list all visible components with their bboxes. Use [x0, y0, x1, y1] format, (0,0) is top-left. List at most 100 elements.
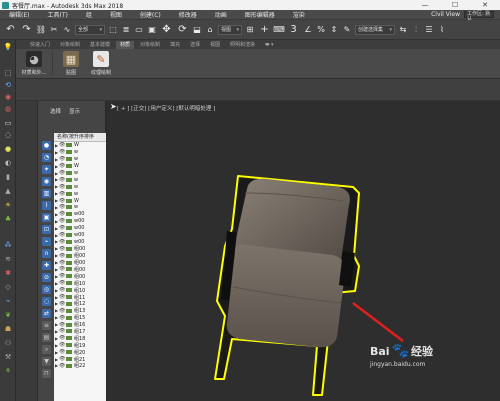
visibility-eye-icon[interactable]: 👁	[59, 287, 66, 293]
region-select-icon[interactable]: ▭	[134, 23, 144, 37]
tab-object-paint[interactable]: 对象绘制	[56, 41, 84, 49]
list-item[interactable]: ▶ 👁 w00	[54, 232, 106, 239]
plant-icon[interactable]: ♣	[3, 214, 13, 223]
select-rotate-icon[interactable]: ⟳	[176, 23, 189, 37]
filter-frozen-icon[interactable]: ✚	[42, 261, 51, 270]
shape-icon[interactable]: ◌	[3, 130, 13, 139]
filter-containers-icon[interactable]: ∩	[42, 249, 51, 258]
geosphere-icon[interactable]: ◐	[3, 158, 13, 167]
list-item[interactable]: ▶ 👁 w	[54, 149, 106, 156]
list-item[interactable]: ▶ 👁 组17	[54, 328, 106, 335]
menu-edit[interactable]: 编辑(E)	[0, 10, 38, 19]
list-item[interactable]: ▶ 👁 w	[54, 156, 106, 163]
civil-view-menu[interactable]: Civil View	[431, 11, 460, 18]
placement-icon[interactable]: ⌂	[205, 23, 215, 37]
filter-lights-icon[interactable]: ✦	[42, 165, 51, 174]
list-item[interactable]: ▶ 👁 w	[54, 204, 106, 211]
list-item[interactable]: ▶ 👁 组16	[54, 321, 106, 329]
tab-view[interactable]: 视图	[206, 41, 224, 49]
visibility-eye-icon[interactable]: 👁	[59, 356, 66, 362]
list-item[interactable]: ▶ 👁 w00	[54, 225, 106, 232]
keyboard-shortcut-icon[interactable]: ⌨	[273, 23, 285, 37]
maximize-button[interactable]: ☐	[440, 0, 470, 10]
visibility-eye-icon[interactable]: 👁	[59, 198, 66, 204]
tab-select[interactable]: 选择	[50, 107, 61, 115]
visibility-eye-icon[interactable]: 👁	[59, 149, 66, 155]
close-button[interactable]: ✕	[470, 0, 500, 10]
filter-invert-icon[interactable]: ⇄	[42, 309, 51, 318]
list-item[interactable]: ▶ 👁 组00	[54, 259, 106, 267]
reference-coordinate-dropdown[interactable]: 视图 ▾	[218, 24, 242, 35]
sun-icon[interactable]: ☀	[3, 200, 13, 209]
tab-selection[interactable]: 选择	[186, 41, 204, 49]
align-icon[interactable]: ⫶	[411, 23, 421, 37]
tab-materials[interactable]: 材质	[116, 40, 135, 49]
ribbon-options-icon[interactable]: ⬬ ▾	[261, 41, 277, 49]
hierarchy-sort-icon[interactable]: ▤	[42, 333, 51, 342]
list-item[interactable]: ▶ 👁 组18	[54, 335, 106, 342]
visibility-eye-icon[interactable]: 👁	[59, 218, 66, 224]
filter-hidden-icon[interactable]: ⊘	[42, 273, 51, 282]
list-item[interactable]: ▶ 👁 组21	[54, 356, 106, 363]
spacewarp-icon[interactable]: ◇	[3, 282, 13, 291]
tab-populate[interactable]: 填充	[166, 41, 184, 49]
window-crossing-icon[interactable]: ▣	[147, 23, 157, 37]
visibility-eye-icon[interactable]: 👁	[59, 142, 66, 148]
link-icon[interactable]: ⛓	[36, 23, 46, 37]
sphere-icon[interactable]: ●	[3, 144, 13, 153]
filter-spacewarps-icon[interactable]: ⌇	[42, 201, 51, 210]
camera-icon[interactable]: ◉	[3, 92, 13, 101]
filter-none-icon[interactable]: ◌	[42, 297, 51, 306]
visibility-eye-icon[interactable]: 👁	[59, 156, 66, 162]
redo-icon[interactable]: ↷	[20, 23, 33, 37]
tab-display[interactable]: 显示	[69, 107, 80, 115]
edit-named-selection-icon[interactable]: ✎	[342, 23, 352, 37]
visibility-eye-icon[interactable]: 👁	[59, 363, 66, 369]
particle-icon[interactable]: ⁂	[3, 240, 13, 249]
wave-icon[interactable]: ≋	[3, 254, 13, 263]
spinner-snap-icon[interactable]: ⇕	[329, 23, 339, 37]
tab-modeling[interactable]: 基本建模	[86, 41, 114, 49]
visibility-eye-icon[interactable]: 👁	[59, 266, 66, 272]
menu-modifiers[interactable]: 修改器	[170, 10, 206, 19]
system-icon[interactable]: ✱	[3, 268, 13, 277]
visibility-eye-icon[interactable]: 👁	[59, 308, 66, 314]
filter-bones-icon[interactable]: ⌁	[42, 237, 51, 246]
mirror-icon[interactable]: ⇆	[398, 23, 408, 37]
utility-icon[interactable]: ⚒	[3, 352, 13, 361]
tab-object-paint-2[interactable]: 对象绘制	[136, 41, 164, 49]
layer-explorer-icon[interactable]: ☰	[424, 23, 434, 37]
list-item[interactable]: ▶ 👁 W	[54, 142, 106, 149]
visibility-eye-icon[interactable]: 👁	[59, 177, 66, 183]
grass-icon[interactable]: ⚘	[3, 366, 13, 375]
visibility-eye-icon[interactable]: 👁	[59, 322, 66, 328]
visibility-eye-icon[interactable]: 👁	[59, 294, 66, 300]
curve-editor-icon[interactable]: ⌇	[437, 23, 447, 37]
menu-rendering[interactable]: 渲染	[284, 10, 314, 19]
minimize-button[interactable]: —	[410, 0, 440, 10]
list-item[interactable]: ▶ 👁 w00	[54, 211, 106, 218]
visibility-eye-icon[interactable]: 👁	[59, 273, 66, 279]
visibility-eye-icon[interactable]: 👁	[59, 342, 66, 348]
materials-button[interactable]: ◕ 材质和外...	[22, 51, 46, 76]
tab-quick-start[interactable]: 快速入门	[26, 41, 54, 49]
visibility-eye-icon[interactable]: 👁	[59, 335, 66, 341]
unlink-icon[interactable]: ✂	[49, 23, 59, 37]
list-item[interactable]: ▶ 👁 w	[54, 170, 106, 177]
pivot-center-icon[interactable]: ⊞	[245, 23, 255, 37]
percent-snap-icon[interactable]: %	[316, 23, 326, 37]
filter-cameras-icon[interactable]: ◉	[42, 177, 51, 186]
armchair-model[interactable]	[214, 175, 360, 396]
lock-icon[interactable]: ⊓	[42, 369, 51, 378]
snaps-toggle-icon[interactable]: 3	[287, 23, 300, 37]
crowd-icon[interactable]: ⚇	[3, 338, 13, 347]
menu-group[interactable]: 组	[77, 10, 101, 19]
visibility-eye-icon[interactable]: 👁	[59, 170, 66, 176]
visibility-eye-icon[interactable]: 👁	[59, 349, 66, 355]
visibility-eye-icon[interactable]: 👁	[59, 260, 66, 266]
list-item[interactable]: ▶ 👁 w00	[54, 238, 106, 245]
visibility-eye-icon[interactable]: 👁	[59, 246, 66, 252]
visibility-eye-icon[interactable]: 👁	[59, 191, 66, 197]
list-item[interactable]: ▶ 👁 组22	[54, 363, 106, 370]
lightbulb-icon[interactable]: 💡	[3, 42, 13, 51]
